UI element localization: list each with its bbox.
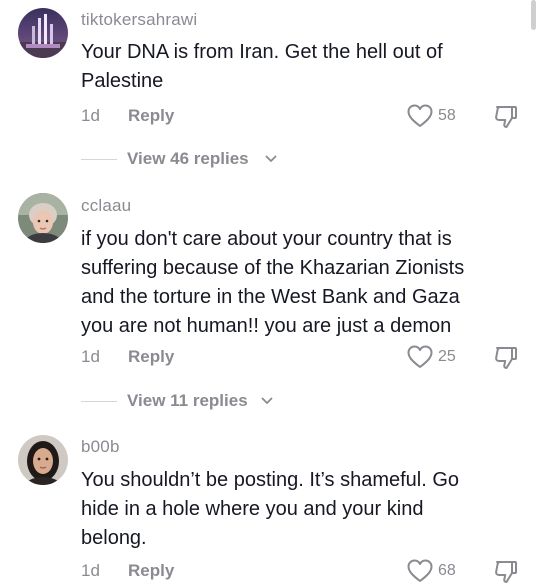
divider (81, 401, 117, 402)
comment-actions: 1d Reply 25 (81, 345, 521, 371)
comment-username[interactable]: tiktokersahrawi (81, 10, 197, 30)
comment-time: 1d (81, 347, 100, 366)
avatar[interactable] (18, 435, 68, 485)
view-replies-label[interactable]: View 11 replies (127, 391, 248, 411)
like-count: 58 (438, 107, 456, 124)
comment-time: 1d (81, 106, 100, 125)
comment-username[interactable]: cclaau (81, 196, 131, 216)
reply-button[interactable]: Reply (128, 561, 174, 581)
comment-text: You shouldn’t be posting. It’s shameful.… (81, 469, 460, 549)
comment-text: if you don't care about your country tha… (81, 228, 465, 337)
reply-button[interactable]: Reply (128, 106, 174, 126)
comment-username[interactable]: b00b (81, 437, 120, 457)
divider (81, 159, 117, 160)
view-replies-label[interactable]: View 46 replies (127, 149, 249, 169)
avatar[interactable] (18, 193, 68, 243)
comment-time: 1d (81, 561, 100, 580)
comment-actions: 1d Reply 68 (81, 559, 521, 585)
heart-outline-icon[interactable] (407, 104, 433, 128)
chevron-down-icon (265, 155, 277, 162)
thumbs-down-icon[interactable] (493, 345, 519, 371)
reply-button[interactable]: Reply (128, 347, 174, 367)
heart-outline-icon[interactable] (407, 559, 433, 583)
thumbs-down-icon[interactable] (493, 104, 519, 130)
heart-outline-icon[interactable] (407, 345, 433, 369)
comment-text: Your DNA is from Iran. Get the hell out … (81, 41, 443, 92)
like-count: 25 (438, 348, 456, 365)
thumbs-down-icon[interactable] (493, 559, 519, 585)
comment-actions: 1d Reply 58 (81, 104, 521, 130)
like-count: 68 (438, 562, 456, 579)
avatar[interactable] (18, 8, 68, 58)
view-replies[interactable]: View 11 replies (81, 389, 381, 413)
view-replies[interactable]: View 46 replies (81, 147, 381, 171)
chevron-down-icon (261, 397, 273, 404)
scrollbar[interactable] (531, 0, 536, 30)
